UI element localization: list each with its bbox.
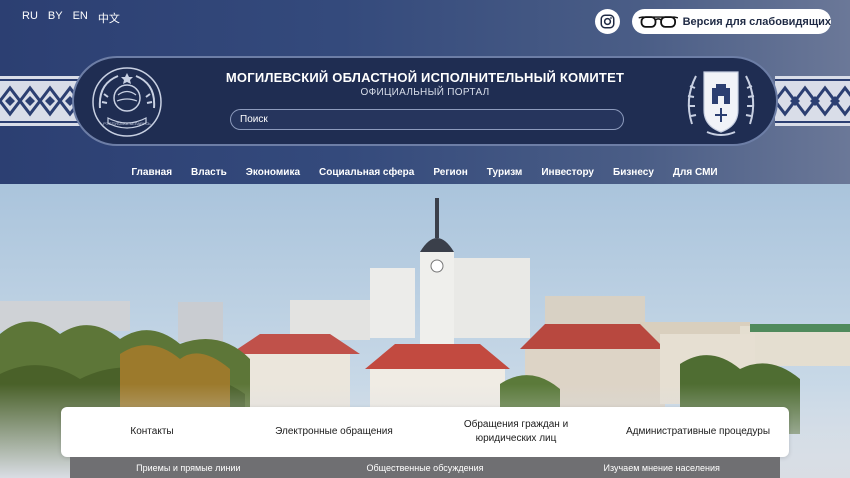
nav-item-media[interactable]: Для СМИ: [673, 167, 718, 178]
nav-item-home[interactable]: Главная: [131, 167, 172, 178]
quick-link-e-appeals[interactable]: Электронные обращения: [243, 425, 425, 439]
page-title: МОГИЛЕВСКИЙ ОБЛАСТНОЙ ИСПОЛНИТЕЛЬНЫЙ КОМ…: [225, 70, 625, 85]
ornament-left: [0, 76, 80, 126]
sub-link-receptions[interactable]: Приемы и прямые линии: [70, 463, 307, 473]
citizen-appeals-line-2: юридических лиц: [475, 433, 557, 444]
quick-links-panel: Контакты Электронные обращения Обращения…: [61, 407, 789, 457]
low-vision-label: Версия для слабовидящих: [682, 15, 831, 28]
ornament-right: [775, 76, 850, 126]
sub-link-public-opinion[interactable]: Изучаем мнение населения: [543, 463, 780, 473]
lang-en[interactable]: EN: [73, 10, 88, 26]
nav-item-tourism[interactable]: Туризм: [487, 167, 523, 178]
quick-link-citizen-appeals[interactable]: Обращения граждан и юридических лиц: [425, 418, 607, 446]
quick-link-contacts[interactable]: Контакты: [61, 425, 243, 439]
citizen-appeals-line-1: Обращения граждан и: [463, 419, 569, 430]
lang-ru[interactable]: RU: [22, 10, 38, 26]
emblem-text: РЭСПУБЛІКА БЕЛАРУСЬ: [103, 121, 151, 126]
site-header: RU BY EN 中文 Версия для слабовидящих РЭСП…: [0, 0, 850, 184]
nav-item-investor[interactable]: Инвестору: [541, 167, 594, 178]
lang-by[interactable]: BY: [48, 10, 63, 26]
page-subtitle: ОФИЦИАЛЬНЫЙ ПОРТАЛ: [360, 87, 490, 98]
glasses-icon: [638, 15, 679, 28]
lang-zh[interactable]: 中文: [98, 10, 120, 26]
search-input[interactable]: [230, 109, 624, 130]
nav-item-social[interactable]: Социальная сфера: [319, 167, 414, 178]
portal-banner: РЭСПУБЛІКА БЕЛАРУСЬ МОГИЛЕВСКИЙ ОБЛАСТНО…: [72, 56, 778, 146]
nav-item-region[interactable]: Регион: [433, 167, 467, 178]
instagram-link[interactable]: [595, 9, 620, 34]
language-switcher: RU BY EN 中文: [22, 10, 120, 26]
nav-item-economy[interactable]: Экономика: [246, 167, 300, 178]
main-navigation: Главная Власть Экономика Социальная сфер…: [0, 162, 850, 180]
quick-link-admin-procedures[interactable]: Административные процедуры: [607, 425, 789, 439]
secondary-links-bar: Приемы и прямые линии Общественные обсуж…: [70, 457, 780, 478]
low-vision-version-button[interactable]: Версия для слабовидящих: [632, 9, 831, 34]
nav-item-government[interactable]: Власть: [191, 167, 227, 178]
nav-item-business[interactable]: Бизнесу: [613, 167, 654, 178]
sub-link-public-discussions[interactable]: Общественные обсуждения: [307, 463, 544, 473]
instagram-icon: [600, 14, 615, 29]
mogilev-region-coat-of-arms-icon: [687, 71, 755, 136]
